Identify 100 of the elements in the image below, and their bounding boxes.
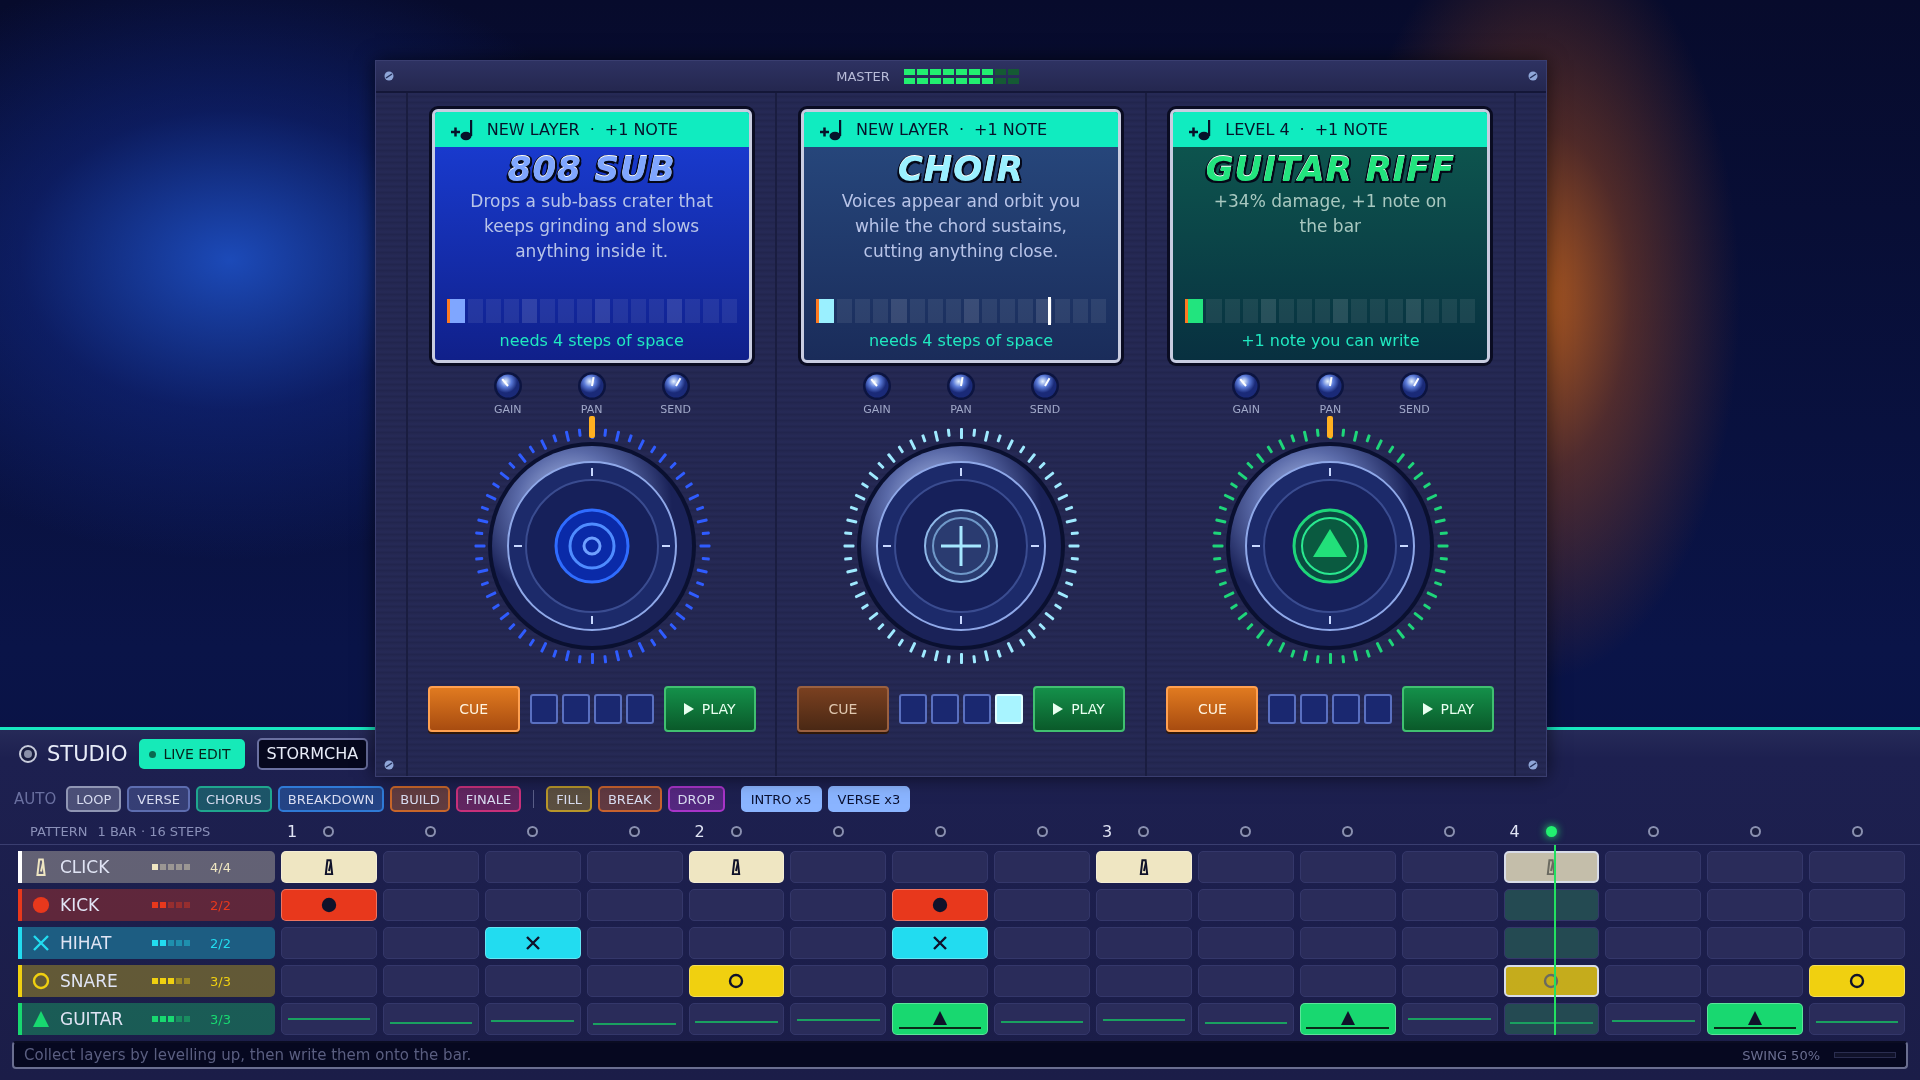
swing-track[interactable] [1834,1052,1896,1058]
step-cell[interactable] [1707,851,1804,883]
section-chip[interactable]: BREAKDOWN [277,786,385,812]
step-cell[interactable] [1096,889,1192,921]
step-cell[interactable] [790,965,887,997]
section-chip[interactable]: DROP [667,786,725,812]
section-chip[interactable]: VERSE x3 [827,786,911,812]
cue-button[interactable]: CUE [1166,686,1259,732]
step-cell[interactable] [484,851,581,883]
section-chip[interactable]: CHORUS [195,786,272,812]
step-cell[interactable] [1096,927,1192,959]
live-edit-toggle[interactable]: LIVE EDIT [139,739,245,769]
section-chip[interactable]: BUILD [390,786,450,812]
slot-button[interactable] [1300,694,1329,724]
slot-button[interactable] [1332,694,1361,724]
step-cell[interactable] [586,965,683,997]
step-cell[interactable] [382,927,479,959]
step-cell[interactable] [1197,1003,1294,1035]
slot-button[interactable] [561,694,590,724]
step-cell[interactable] [586,927,683,959]
track-label[interactable]: GUITAR 3/3 [18,1003,275,1035]
step-cell[interactable] [1707,927,1804,959]
step-cell[interactable] [281,1003,377,1035]
step-cell[interactable] [1809,889,1905,921]
step-cell[interactable] [1605,1003,1702,1035]
step-cell[interactable] [1605,889,1702,921]
step-cell[interactable] [1401,889,1498,921]
track-label[interactable]: KICK 2/2 [18,889,275,921]
step-cell[interactable] [484,1003,581,1035]
step-cell[interactable] [382,1003,479,1035]
step-cell[interactable] [688,889,785,921]
step-cell[interactable] [994,851,1090,883]
step-cell[interactable] [1503,927,1600,959]
step-cell[interactable] [1605,851,1702,883]
step-cell[interactable] [790,851,887,883]
step-cell[interactable] [1197,965,1294,997]
step-cell[interactable] [1401,851,1498,883]
slot-button[interactable] [899,694,927,724]
step-cell[interactable] [1096,1003,1192,1035]
step-cell[interactable] [1096,965,1192,997]
step-cell[interactable] [1809,1003,1905,1035]
step-cell[interactable] [790,889,887,921]
knob[interactable] [492,371,523,401]
knob[interactable] [1231,371,1262,401]
step-cell[interactable] [892,965,989,997]
step-cell[interactable] [994,889,1090,921]
step-cell[interactable] [1503,1003,1600,1035]
step-cell[interactable] [1197,851,1294,883]
step-cell[interactable] [1401,965,1498,997]
step-cell[interactable] [382,965,479,997]
cue-button[interactable]: CUE [427,686,520,732]
step-cell[interactable] [688,927,785,959]
song-name-field[interactable]: STORMCHA [256,738,369,770]
slot-button[interactable] [1364,694,1393,724]
knob[interactable] [1030,371,1060,401]
play-button[interactable]: PLAY [663,686,756,732]
section-chip[interactable]: FINALE [455,786,522,812]
slot-button[interactable] [625,694,654,724]
knob[interactable] [660,371,691,401]
upgrade-card[interactable]: NEW LAYER · +1 NOTE CHOIR Voices appear and orbit you while the chord sustains, cutting anything close. needs 4 steps of space [801,109,1121,363]
knob[interactable] [946,371,976,401]
slot-button[interactable] [931,694,959,724]
slot-button[interactable] [529,694,558,724]
step-cell[interactable] [994,927,1090,959]
step-cell[interactable] [1809,927,1905,959]
slot-button[interactable] [963,694,991,724]
knob[interactable] [1315,371,1346,401]
step-cell[interactable] [1503,889,1600,921]
slot-button[interactable] [1268,694,1297,724]
track-label[interactable]: CLICK 4/4 [18,851,275,883]
section-chip[interactable]: LOOP [66,786,122,812]
step-cell[interactable] [994,1003,1090,1035]
track-label[interactable]: HIHAT 2/2 [18,927,275,959]
step-cell[interactable] [1299,965,1396,997]
step-cell[interactable] [1605,927,1702,959]
step-cell[interactable] [1401,927,1498,959]
step-cell[interactable] [790,1003,887,1035]
cue-button[interactable]: CUE [797,686,889,732]
step-cell[interactable] [586,889,683,921]
step-cell[interactable] [586,1003,683,1035]
section-chip[interactable]: VERSE [127,786,190,812]
step-cell[interactable] [1299,889,1396,921]
step-cell[interactable] [892,851,989,883]
step-cell[interactable] [1299,851,1396,883]
step-cell[interactable] [1605,965,1702,997]
step-cell[interactable] [1197,889,1294,921]
track-label[interactable]: SNARE 3/3 [18,965,275,997]
slot-button[interactable] [593,694,622,724]
knob[interactable] [862,371,892,401]
step-cell[interactable] [382,889,479,921]
knob[interactable] [576,371,607,401]
step-cell[interactable] [1707,889,1804,921]
step-cell[interactable] [1299,927,1396,959]
step-cell[interactable] [586,851,683,883]
section-chip[interactable]: FILL [546,786,592,812]
step-cell[interactable] [281,965,377,997]
section-chip[interactable]: BREAK [597,786,662,812]
step-cell[interactable] [1197,927,1294,959]
step-cell[interactable] [1809,851,1905,883]
step-cell[interactable] [790,927,887,959]
